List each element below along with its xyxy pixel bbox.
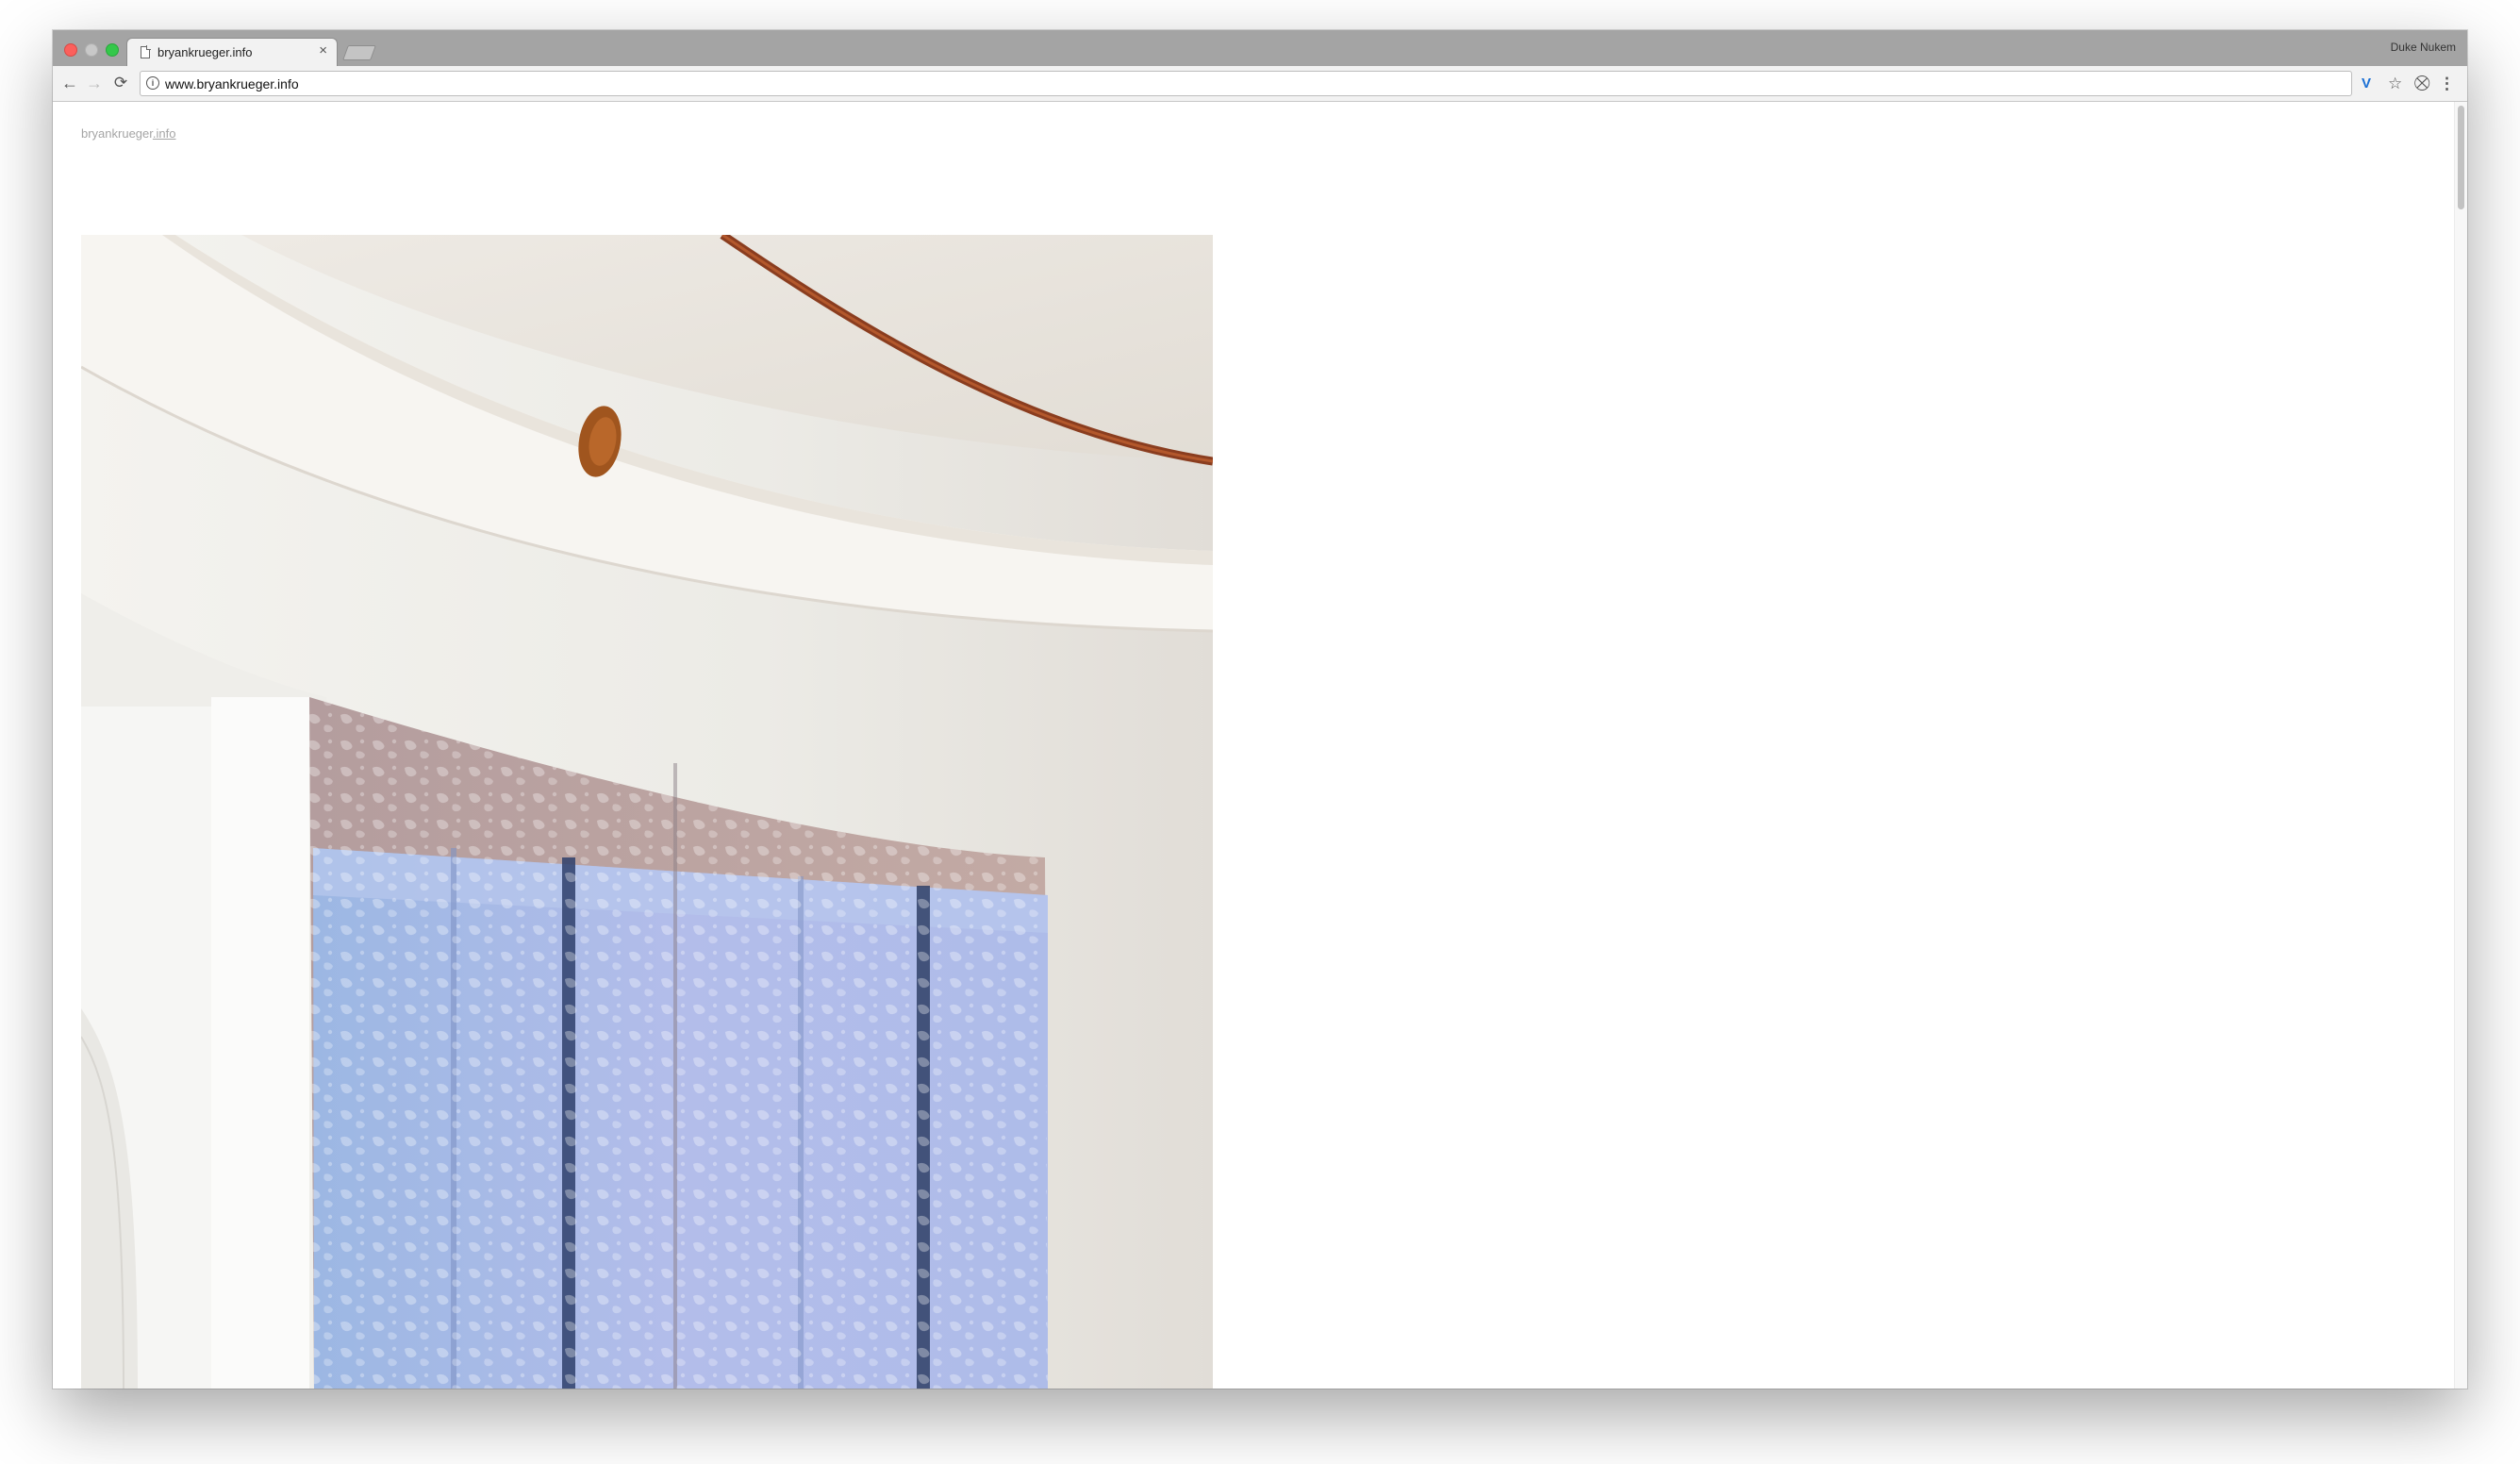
back-button[interactable]: ←	[60, 73, 79, 93]
browser-tab[interactable]: bryankrueger.info ×	[126, 38, 338, 66]
page-content: bryankrueger.info	[53, 102, 2467, 1389]
minimize-window-button[interactable]	[85, 43, 98, 57]
bookmark-star-icon[interactable]: ☆	[2388, 75, 2402, 93]
browser-toolbar: ← → ⟳ i www.bryankrueger.info V ☆ ⛒ ⋮	[53, 66, 2467, 102]
site-name[interactable]: bryankrueger	[81, 126, 153, 141]
title-bar: bryankrueger.info × Duke Nukem	[53, 30, 2467, 66]
scrollbar-thumb[interactable]	[2458, 106, 2464, 209]
artwork-photo	[81, 235, 1213, 1389]
window-controls	[64, 43, 119, 57]
url-text[interactable]: www.bryankrueger.info	[165, 76, 299, 92]
reload-button[interactable]: ⟳	[111, 73, 130, 93]
new-tab-button[interactable]	[342, 45, 376, 60]
tab-close-icon[interactable]: ×	[319, 43, 327, 58]
forward-button[interactable]: →	[85, 73, 104, 93]
extension-shield-icon[interactable]: ⛒	[2414, 75, 2429, 93]
close-window-button[interactable]	[64, 43, 77, 57]
zoom-window-button[interactable]	[106, 43, 119, 57]
site-title[interactable]: bryankrueger.info	[81, 126, 175, 141]
tab-title: bryankrueger.info	[158, 45, 253, 59]
address-bar[interactable]: i www.bryankrueger.info	[140, 71, 2352, 96]
site-info-icon[interactable]: i	[146, 76, 159, 90]
browser-window: bryankrueger.info × Duke Nukem ← → ⟳ i w…	[53, 30, 2467, 1389]
extension-icon[interactable]: V	[2362, 75, 2371, 93]
site-tld-link[interactable]: .info	[153, 126, 176, 141]
page-scrollbar[interactable]	[2454, 102, 2467, 1389]
menu-icon[interactable]: ⋮	[2439, 75, 2455, 93]
profile-name[interactable]: Duke Nukem	[2391, 41, 2456, 54]
page-icon	[141, 45, 151, 58]
